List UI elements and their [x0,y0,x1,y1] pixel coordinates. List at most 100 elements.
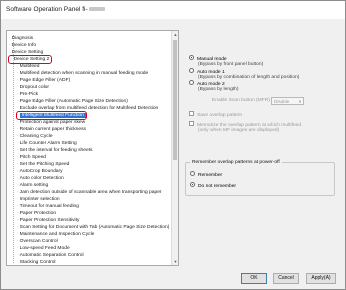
tree-item[interactable]: ·Device Info [9,42,36,49]
tree-connector-dot: · [17,218,19,223]
software-operation-panel-window: Software Operation Panel fi- ·Diagnosis ·… [0,0,346,290]
tree-item[interactable]: ·Overscan Control [17,238,58,245]
manual-mode-radio[interactable] [189,55,194,60]
tree-connector-dot: · [17,141,19,146]
tree-item-label: Set the interval for feeding sheets [19,148,93,153]
tree-item[interactable]: ·Life Counter Alarm Setting [17,140,77,147]
tree-item-label: Device Info [11,43,37,48]
cancel-button[interactable]: Cancel [273,273,299,284]
manual-mode-desc: (Bypass by front panel button) [198,62,264,67]
tree-item[interactable]: ·Auto color Detection [17,175,64,182]
tree-connector-dot: · [17,239,19,244]
tree-item[interactable]: ·Cleaning Cycle [17,133,53,140]
remember-option[interactable]: Remember [190,171,222,179]
tree-item[interactable]: ·Page Edge Filler (Automatic Page Size D… [17,98,128,105]
tree-item-label: Cleaning Cycle [19,134,53,139]
tree-item-label: Intelligent Multifeed Function [19,113,86,118]
tree-item-label: Alarm setting [19,183,49,188]
do-not-remember-radio[interactable] [190,182,195,187]
title-bar: Software Operation Panel fi- [1,1,345,19]
tree-item[interactable]: ·Automatic Separation Control [17,252,84,259]
tree-item-label: Page Edge Filler (ADF) [19,78,71,83]
tree-connector-dot: · [9,36,11,41]
tree-item-label: AutoCrop Boundary [19,169,63,174]
window-title: Software Operation Panel fi- [6,6,88,13]
tree-vertical-scrollbar[interactable]: ▲ ▼ [171,31,178,265]
do-not-remember-option[interactable]: Do not remember [190,182,236,190]
enable-scan-button-select[interactable]: Disable ▼ [271,97,304,105]
tree-connector-dot: · [17,106,19,111]
tree-item[interactable]: ·Timeout for manual feeding [17,203,79,210]
tree-connector-dot: · [17,260,19,265]
tree-item[interactable]: ·Pitch Speed [17,154,46,161]
tree-item[interactable]: ·Protection against paper skew [17,119,85,126]
tree-item-label: Overscan Control [19,239,58,244]
tree-item-label: Paper Protection Sensitivity [19,218,80,223]
tree-item[interactable]: · Intelligent Multifeed Function [16,111,87,120]
tree-connector-dot: · [17,148,19,153]
tree-item[interactable]: ·Maintenance and Inspection Cycle [17,231,94,238]
tree-item-label: Device Setting 2 [13,57,50,62]
tree-item[interactable]: ·Device Setting [9,49,43,56]
tree-item[interactable]: ·Diagnosis [9,35,33,42]
scroll-down-arrow-icon[interactable]: ▼ [172,258,178,265]
tree-connector-dot: · [17,127,19,132]
tree-item-label: Page Edge Filler (Automatic Page Size De… [19,99,128,104]
tree-item[interactable]: ·Retain current paper thickness [17,126,86,133]
settings-tree-panel[interactable]: ·Diagnosis ·Device Info ·Device Setting ·De… [6,30,179,266]
save-overlap-checkbox[interactable] [189,111,194,116]
auto-mode-2-radio[interactable] [189,80,194,85]
tree-connector-dot: · [17,64,19,69]
tree-item-label: Paper Protection [19,211,57,216]
tree-item[interactable]: ·Alarm setting [17,182,48,189]
tree-item[interactable]: ·Multifeed detection when scanning in ma… [17,70,148,77]
tree-connector-dot: · [17,183,19,188]
tree-item[interactable]: ·Stacking Control [17,259,56,265]
tree-item-label: Dropout color [19,85,49,90]
tree-connector-dot: · [17,169,19,174]
tree-item[interactable]: ·Paper Protection [17,210,56,217]
memorize-overlap-checkbox[interactable] [189,121,194,126]
remember-radio[interactable] [190,171,195,176]
tree-item[interactable]: ·AutoCrop Boundary [17,168,63,175]
tree-item[interactable]: ·Scan Setting for Document with Tab (Aut… [17,224,169,231]
tree-item[interactable]: ·Low-speed Feed Mode [17,245,70,252]
tree-item-label: Set the Pitching Speed [19,162,70,167]
scrollbar-thumb[interactable] [173,40,177,160]
tree-connector-dot: · [17,155,19,160]
tree-item-label: Maintenance and Inspection Cycle [19,232,95,237]
tree-connector-dot: · [11,57,13,62]
tree-connector-dot: · [17,134,19,139]
ok-button[interactable]: OK [241,273,267,284]
tree-connector-dot: · [9,43,11,48]
tree-connector-dot: · [17,176,19,181]
tree-connector-dot: · [17,78,19,83]
tree-item[interactable]: ·Multifeed [17,63,40,70]
apply-button[interactable]: Apply(A) [306,273,336,284]
auto-mode-1-radio[interactable] [189,68,194,73]
tree-item[interactable]: ·Set the interval for feeding sheets [17,147,93,154]
remember-overlap-group: Remember overlap patterns at power-off R… [185,159,335,196]
tree-item[interactable]: ·Page Edge Filler (ADF) [17,77,70,84]
save-overlap-option[interactable]: Save overlap pattern [189,111,242,119]
tree-item[interactable]: ·Dropout color [17,84,49,91]
settings-tree[interactable]: ·Diagnosis ·Device Info ·Device Setting ·De… [7,31,172,265]
tree-item-label: Scan Setting for Document with Tab (Auto… [19,225,170,230]
tree-connector-dot: · [17,113,19,118]
tree-connector-dot: · [17,211,19,216]
tree-connector-dot: · [17,197,19,202]
tree-item[interactable]: ·Device Setting 2 [7,55,53,64]
tree-item[interactable]: ·Paper Protection Sensitivity [17,217,79,224]
scroll-up-arrow-icon[interactable]: ▲ [172,31,178,38]
tree-item-label: Jam detection outside of scannable area … [19,190,162,195]
tree-item[interactable]: ·Exclude overlap from multifeed detectio… [17,105,158,112]
tree-item-label: Exclude overlap from multifeed detection… [19,106,159,111]
tree-item[interactable]: ·Jam detection outside of scannable area… [17,189,162,196]
tree-item[interactable]: ·Imprinter selection [17,196,60,203]
tree-item-label: Life Counter Alarm Setting [19,141,77,146]
tree-item[interactable]: ·Set the Pitching Speed [17,161,69,168]
tree-item-label: Pre-Pick [19,92,39,97]
chevron-down-icon: ▼ [298,99,302,104]
tree-item-label: Device Setting [11,50,44,55]
tree-item[interactable]: ·Pre-Pick [17,91,38,98]
